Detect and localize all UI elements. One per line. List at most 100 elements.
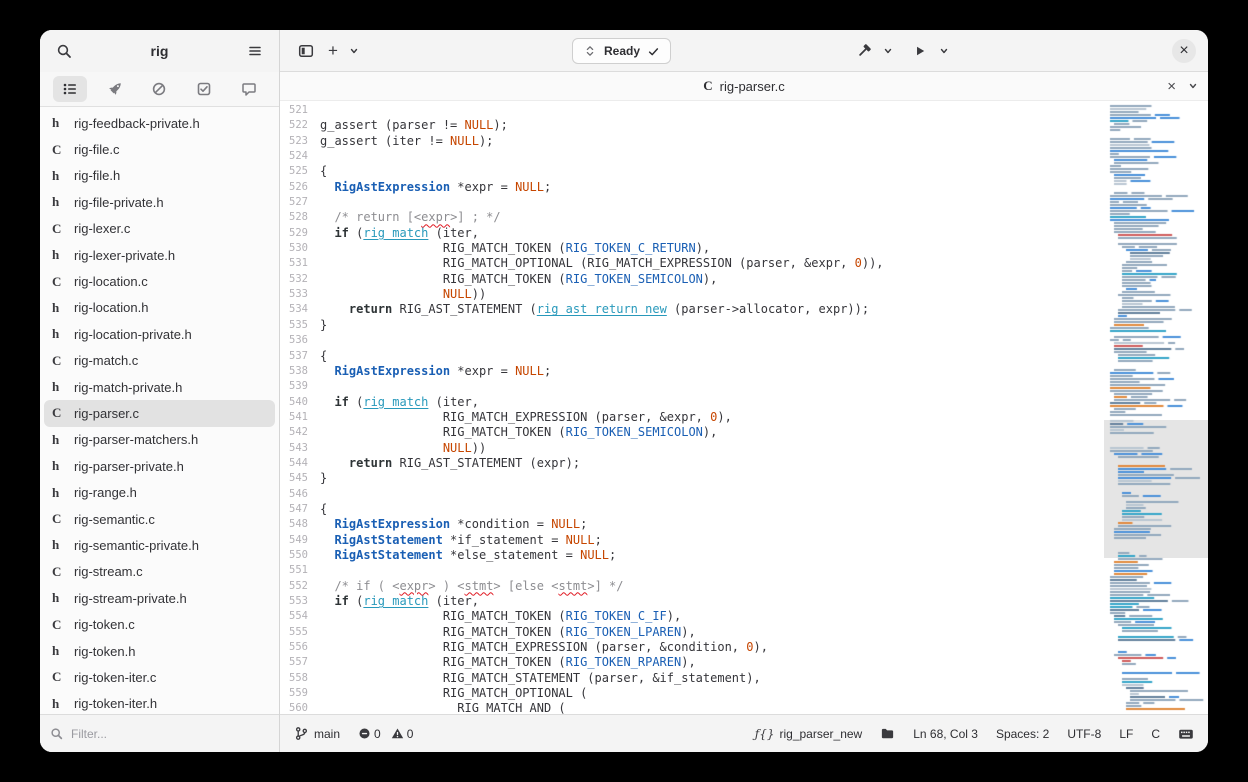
current-symbol-button[interactable]: ƒ{} rig_parser_new bbox=[755, 727, 862, 741]
code-line[interactable]: 552 /* if ( <expr> ) <stmt> [else <stmt>… bbox=[280, 579, 1208, 594]
code-line[interactable]: 559 RIG_MATCH_OPTIONAL ( bbox=[280, 686, 1208, 701]
code-line[interactable]: 545} bbox=[280, 471, 1208, 486]
file-list-item[interactable]: h rig-token.h bbox=[44, 638, 275, 664]
sidebar-tab-rocket[interactable] bbox=[98, 76, 132, 102]
line-number[interactable]: 555 bbox=[280, 625, 308, 640]
file-list-item[interactable]: Crig-token-iter.c bbox=[44, 664, 275, 690]
line-number[interactable]: 523 bbox=[280, 134, 308, 149]
code-line[interactable]: 538 RigAstExpression *expr = NULL; bbox=[280, 364, 1208, 379]
line-number[interactable]: 532 bbox=[280, 272, 308, 287]
tab-list-button[interactable] bbox=[1188, 81, 1198, 91]
code-line[interactable]: 558 RIG_MATCH_STATEMENT (parser, &if_sta… bbox=[280, 671, 1208, 686]
line-number[interactable]: 556 bbox=[280, 640, 308, 655]
line-number[interactable]: 522 bbox=[280, 118, 308, 133]
build-menu-button[interactable] bbox=[880, 37, 896, 65]
line-number[interactable]: 543 bbox=[280, 441, 308, 456]
code-line[interactable]: 551 bbox=[280, 563, 1208, 578]
code-line[interactable]: 521 bbox=[280, 103, 1208, 118]
code-line[interactable]: 535} bbox=[280, 318, 1208, 333]
omnibar-status-button[interactable]: Ready bbox=[572, 38, 672, 64]
code-line[interactable]: 536 bbox=[280, 333, 1208, 348]
code-line[interactable]: 525 { bbox=[280, 164, 1208, 179]
file-list-item[interactable]: Crig-token.c bbox=[44, 611, 275, 637]
keyboard-settings-button[interactable] bbox=[1178, 726, 1194, 742]
code-line[interactable]: 544 return RIG_AST_STATEMENT (expr); bbox=[280, 456, 1208, 471]
code-line[interactable]: 531 RIG_MATCH_OPTIONAL (RIG_MATCH_EXPRES… bbox=[280, 256, 1208, 271]
line-number[interactable]: 551 bbox=[280, 563, 308, 578]
code-line[interactable]: 556 RIG_MATCH_EXPRESSION (parser, &condi… bbox=[280, 640, 1208, 655]
file-list-item[interactable]: h rig-stream-private.h bbox=[44, 585, 275, 611]
line-number[interactable]: 530 bbox=[280, 241, 308, 256]
line-number[interactable]: 548 bbox=[280, 517, 308, 532]
line-number[interactable]: 539 bbox=[280, 379, 308, 394]
code-view[interactable]: 521 522 g_assert (parser != NULL); 523 g_ass… bbox=[280, 101, 1208, 714]
line-number[interactable]: 549 bbox=[280, 533, 308, 548]
file-list-item[interactable]: h rig-location.h bbox=[44, 295, 275, 321]
new-tab-button[interactable]: + bbox=[322, 37, 344, 65]
line-number[interactable]: 531 bbox=[280, 256, 308, 271]
code-line[interactable]: 557 RIG_MATCH_TOKEN (RIG_TOKEN_RPAREN), bbox=[280, 655, 1208, 670]
indentation-button[interactable]: Spaces: 2 bbox=[996, 727, 1049, 741]
file-list-item[interactable]: h rig-range.h bbox=[44, 479, 275, 505]
line-number[interactable]: 557 bbox=[280, 655, 308, 670]
line-number[interactable]: 550 bbox=[280, 548, 308, 563]
line-number[interactable]: 529 bbox=[280, 226, 308, 241]
file-list-item[interactable]: h rig-lexer-private.h bbox=[44, 242, 275, 268]
code-line[interactable]: 542 RIG_MATCH_TOKEN (RIG_TOKEN_SEMICOLON… bbox=[280, 425, 1208, 440]
line-number[interactable]: 552 bbox=[280, 579, 308, 594]
line-number[interactable]: 521 bbox=[280, 103, 308, 118]
code-line[interactable]: 526 RigAstExpression *expr = NULL; bbox=[280, 180, 1208, 195]
branch-button[interactable]: main bbox=[294, 726, 340, 741]
minimap[interactable] bbox=[1104, 101, 1208, 714]
file-list-item[interactable]: Crig-file.c bbox=[44, 136, 275, 162]
code-line[interactable]: 532 RIG_MATCH_TOKEN (RIG_TOKEN_SEMICOLON… bbox=[280, 272, 1208, 287]
code-line[interactable]: 541 RIG_MATCH_EXPRESSION (parser, &expr,… bbox=[280, 410, 1208, 425]
line-number[interactable]: 527 bbox=[280, 195, 308, 210]
file-list-item[interactable]: Crig-stream.c bbox=[44, 559, 275, 585]
code-line[interactable]: 539 bbox=[280, 379, 1208, 394]
sidebar-tab-checklist[interactable] bbox=[187, 76, 221, 102]
code-line[interactable]: 553 if (rig_match (iter, bbox=[280, 594, 1208, 609]
file-list-item[interactable]: h rig-feedback-private.h bbox=[44, 110, 275, 136]
cursor-position-button[interactable]: Ln 68, Col 3 bbox=[913, 727, 978, 741]
code-line[interactable]: 547 { bbox=[280, 502, 1208, 517]
window-close-button[interactable]: × bbox=[1172, 39, 1196, 63]
line-number[interactable]: 533 bbox=[280, 287, 308, 302]
line-number[interactable]: 526 bbox=[280, 180, 308, 195]
code-line[interactable]: 560 RIG_MATCH_AND ( bbox=[280, 701, 1208, 714]
file-list-item[interactable]: h rig-semantic-private.h bbox=[44, 532, 275, 558]
line-number[interactable]: 525 bbox=[280, 164, 308, 179]
line-number[interactable]: 545 bbox=[280, 471, 308, 486]
code-line[interactable]: 543 NULL)) bbox=[280, 441, 1208, 456]
line-number[interactable]: 560 bbox=[280, 701, 308, 714]
sidebar-tab-list[interactable] bbox=[53, 76, 88, 102]
line-ending-button[interactable]: LF bbox=[1119, 727, 1133, 741]
tab-close-button[interactable]: × bbox=[1167, 79, 1176, 94]
run-button[interactable] bbox=[906, 37, 934, 65]
editor-tab[interactable]: C rig-parser.c bbox=[703, 78, 784, 94]
code-line[interactable]: 530 RIG_MATCH_TOKEN (RIG_TOKEN_C_RETURN)… bbox=[280, 241, 1208, 256]
code-line[interactable]: 529 if (rig_match (iter, bbox=[280, 226, 1208, 241]
line-number[interactable]: 547 bbox=[280, 502, 308, 517]
code-line[interactable]: 550 RigAstStatement *else_statement = NU… bbox=[280, 548, 1208, 563]
line-number[interactable]: 542 bbox=[280, 425, 308, 440]
sidebar-tab-prohibited[interactable] bbox=[142, 76, 176, 102]
new-tab-menu-button[interactable] bbox=[346, 37, 362, 65]
line-number[interactable]: 536 bbox=[280, 333, 308, 348]
code-line[interactable]: 546 bbox=[280, 487, 1208, 502]
file-list-item[interactable]: Crig-semantic.c bbox=[44, 506, 275, 532]
code-line[interactable]: 533 NULL)) bbox=[280, 287, 1208, 302]
code-line[interactable]: 524 bbox=[280, 149, 1208, 164]
build-button[interactable] bbox=[850, 37, 878, 65]
code-line[interactable]: 528 /* return [<expr>] ; */ bbox=[280, 210, 1208, 225]
language-mode-button[interactable]: C bbox=[1151, 727, 1160, 741]
code-line[interactable]: 548 RigAstExpression *condition = NULL; bbox=[280, 517, 1208, 532]
line-number[interactable]: 559 bbox=[280, 686, 308, 701]
line-number[interactable]: 537 bbox=[280, 349, 308, 364]
file-list-item[interactable]: h rig-parser-matchers.h bbox=[44, 427, 275, 453]
file-list-item[interactable]: Crig-match.c bbox=[44, 348, 275, 374]
code-line[interactable]: 523 g_assert (iter != NULL); bbox=[280, 134, 1208, 149]
code-line[interactable]: 527 bbox=[280, 195, 1208, 210]
line-number[interactable]: 535 bbox=[280, 318, 308, 333]
code-line[interactable]: 522 g_assert (parser != NULL); bbox=[280, 118, 1208, 133]
